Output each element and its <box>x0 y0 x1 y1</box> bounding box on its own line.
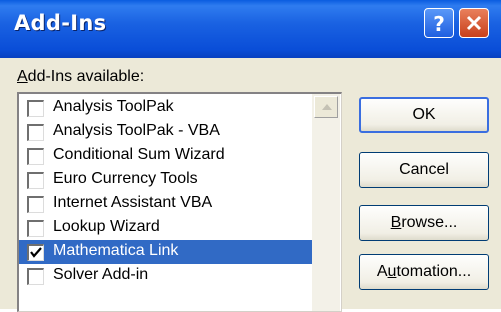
list-item[interactable]: Euro Currency Tools <box>19 168 312 192</box>
add-ins-available-label: Add-Ins available: <box>17 68 145 85</box>
question-mark-icon: ? <box>433 12 445 36</box>
help-button[interactable]: ? <box>424 8 454 38</box>
title-bar[interactable]: Add-Ins ? <box>0 0 501 58</box>
window-title: Add-Ins <box>14 11 107 35</box>
checkmark-icon <box>30 247 42 258</box>
list-item[interactable]: Analysis ToolPak <box>19 96 312 120</box>
list-item[interactable]: Conditional Sum Wizard <box>19 144 312 168</box>
cancel-button-label: Cancel <box>399 161 449 178</box>
list-item-label: Solver Add-in <box>53 266 149 283</box>
checkbox[interactable] <box>27 148 44 165</box>
ok-button[interactable]: OK <box>359 97 489 133</box>
list-item-label: Analysis ToolPak <box>53 98 174 115</box>
close-x-icon <box>466 15 482 31</box>
add-ins-listbox[interactable]: Analysis ToolPak Analysis ToolPak - VBA … <box>17 92 342 312</box>
list-item-label: Analysis ToolPak - VBA <box>53 122 220 139</box>
scroll-up-button[interactable] <box>314 96 338 118</box>
list-item[interactable]: Internet Assistant VBA <box>19 192 312 216</box>
svg-text:?: ? <box>433 12 445 36</box>
browse-button-label: Browse... <box>390 214 458 231</box>
cancel-button[interactable]: Cancel <box>359 152 489 188</box>
ok-button-label: OK <box>412 106 436 123</box>
list-item-label: Conditional Sum Wizard <box>53 146 225 163</box>
list-item-label: Mathematica Link <box>53 242 179 259</box>
add-ins-dialog: Add-Ins ? Add-Ins available: Analysis To… <box>0 0 501 312</box>
list-item[interactable]: Solver Add-in <box>19 264 312 288</box>
close-button[interactable] <box>459 8 489 38</box>
automation-button-label: Automation... <box>376 263 472 280</box>
checkbox[interactable] <box>27 124 44 141</box>
list-item-label: Lookup Wizard <box>53 218 160 235</box>
add-ins-list: Analysis ToolPak Analysis ToolPak - VBA … <box>19 96 312 288</box>
checkbox[interactable] <box>27 196 44 213</box>
browse-button[interactable]: Browse... <box>359 205 489 241</box>
checkbox[interactable] <box>27 100 44 117</box>
automation-button[interactable]: Automation... <box>359 254 489 290</box>
list-item-label: Internet Assistant VBA <box>53 194 213 211</box>
checkbox[interactable] <box>27 268 44 285</box>
list-item-label: Euro Currency Tools <box>53 170 198 187</box>
arrow-up-icon <box>322 104 332 110</box>
checkbox[interactable] <box>27 220 44 237</box>
list-item[interactable]: Lookup Wizard <box>19 216 312 240</box>
checkbox[interactable] <box>27 244 44 261</box>
dialog-body: Add-Ins available: Analysis ToolPak Anal… <box>0 58 501 312</box>
checkbox[interactable] <box>27 172 44 189</box>
list-item[interactable]: Mathematica Link <box>19 240 312 264</box>
vertical-scrollbar[interactable] <box>312 94 340 311</box>
list-item[interactable]: Analysis ToolPak - VBA <box>19 120 312 144</box>
